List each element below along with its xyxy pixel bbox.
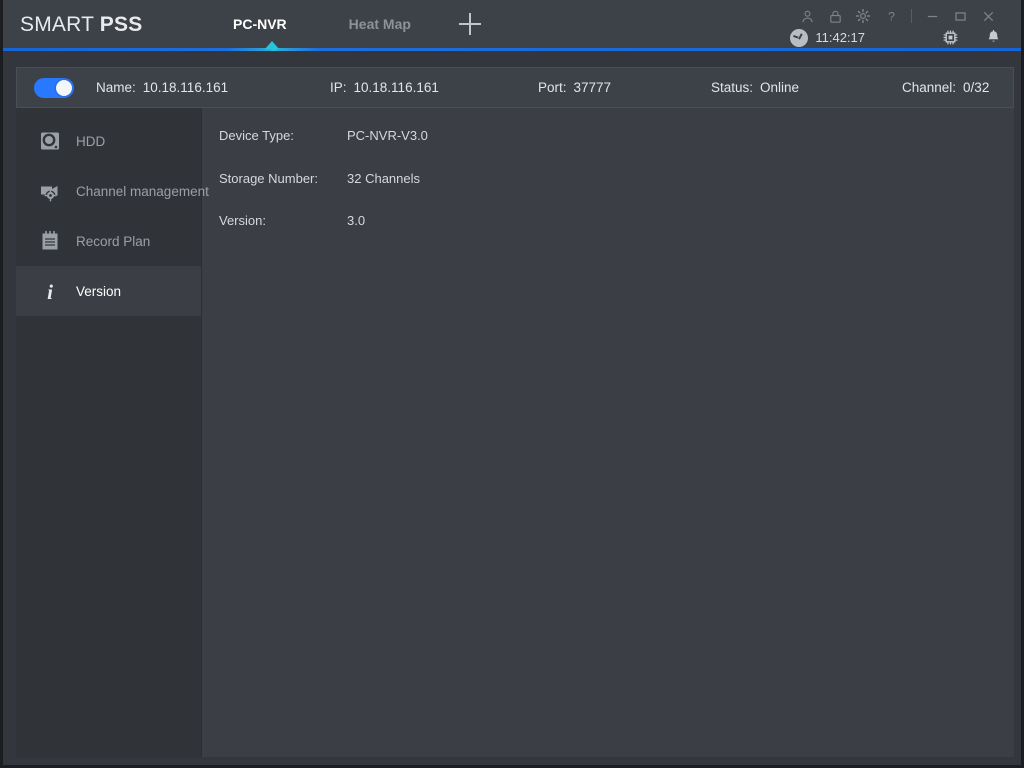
- device-channel-label: Channel:: [902, 80, 957, 95]
- camera-settings-icon: [37, 178, 63, 204]
- system-icon-row: ?: [793, 6, 1002, 26]
- icon-separator: [911, 9, 912, 23]
- svg-text:?: ?: [888, 9, 895, 23]
- device-name-value: 10.18.116.161: [142, 80, 229, 95]
- toggle-knob: [56, 80, 72, 96]
- app-logo: SMART PSS: [20, 13, 142, 37]
- tab-heat-map[interactable]: Heat Map: [349, 16, 411, 32]
- info-icon: i: [37, 278, 63, 304]
- version-label: Version:: [219, 213, 266, 228]
- hdd-icon: [37, 128, 63, 154]
- minimize-icon[interactable]: [918, 6, 946, 26]
- sidebar-item-channel-management[interactable]: Channel management: [16, 166, 209, 216]
- sidebar-item-hdd[interactable]: HDD: [16, 116, 201, 166]
- logo-primary-text: SMART: [20, 13, 100, 36]
- accent-underline: [3, 48, 1021, 51]
- add-tab-icon[interactable]: [458, 13, 481, 35]
- lock-icon[interactable]: [821, 6, 849, 26]
- storage-number-label: Storage Number:: [219, 171, 318, 186]
- logo-bold-text: PSS: [99, 13, 143, 36]
- sidebar-item-label: Version: [76, 283, 122, 299]
- device-type-value: PC-NVR-V3.0: [347, 128, 428, 143]
- help-icon[interactable]: ?: [877, 6, 905, 26]
- sidebar-item-label: HDD: [76, 133, 106, 149]
- device-ip-label: IP:: [330, 80, 347, 95]
- notepad-icon: [37, 228, 63, 254]
- device-name-label: Name:: [96, 80, 136, 95]
- title-bar: SMART PSS PC-NVR Heat Map ? 11:42:17: [3, 0, 1021, 51]
- clock-icon: [790, 28, 809, 47]
- version-value: 3.0: [347, 213, 366, 228]
- storage-number-value: 32 Channels: [347, 171, 420, 186]
- device-port-label: Port:: [538, 80, 567, 95]
- device-ip-field: IP: 10.18.116.161: [330, 80, 439, 95]
- sidebar-item-version[interactable]: i Version: [16, 266, 201, 316]
- sidebar: HDD Channel management Record Plan i Ver…: [16, 108, 209, 757]
- maximize-icon[interactable]: [946, 6, 974, 26]
- device-name-field: Name: 10.18.116.161: [96, 80, 228, 95]
- device-channel-field: Channel: 0/32: [902, 80, 989, 95]
- device-enable-toggle[interactable]: [34, 78, 74, 98]
- device-status-label: Status:: [711, 80, 754, 95]
- tab-pc-nvr[interactable]: PC-NVR: [233, 16, 287, 32]
- bell-icon[interactable]: [984, 28, 1003, 47]
- gear-icon[interactable]: [849, 6, 877, 26]
- close-icon[interactable]: [974, 6, 1002, 26]
- device-channel-value: 0/32: [963, 80, 990, 95]
- clock-time: 11:42:17: [815, 30, 865, 45]
- sidebar-item-record-plan[interactable]: Record Plan: [16, 216, 201, 266]
- sidebar-item-label: Channel management: [76, 183, 209, 199]
- status-icon-row: 11:42:17: [790, 28, 1003, 47]
- device-port-field: Port: 37777: [538, 80, 611, 95]
- device-port-value: 37777: [573, 80, 612, 95]
- tab-bar: PC-NVR Heat Map: [233, 13, 481, 35]
- device-type-label: Device Type:: [219, 128, 294, 143]
- device-status-field: Status: Online: [711, 80, 799, 95]
- version-details-panel: Device Type: PC-NVR-V3.0 Storage Number:…: [202, 108, 1014, 757]
- device-info-bar: Name: 10.18.116.161 IP: 10.18.116.161 Port…: [16, 67, 1014, 108]
- status-badge: Online: [760, 80, 800, 95]
- user-icon[interactable]: [793, 6, 821, 26]
- content-area: HDD Channel management Record Plan i Ver…: [16, 108, 1014, 757]
- device-ip-value: 10.18.116.161: [353, 80, 439, 95]
- active-tab-marker: [265, 41, 279, 49]
- application-window: SMART PSS PC-NVR Heat Map ? 11:42:17 Nam…: [0, 0, 1024, 768]
- svg-text:i: i: [47, 280, 53, 302]
- cpu-chip-icon[interactable]: [941, 28, 960, 47]
- sidebar-item-label: Record Plan: [76, 233, 151, 249]
